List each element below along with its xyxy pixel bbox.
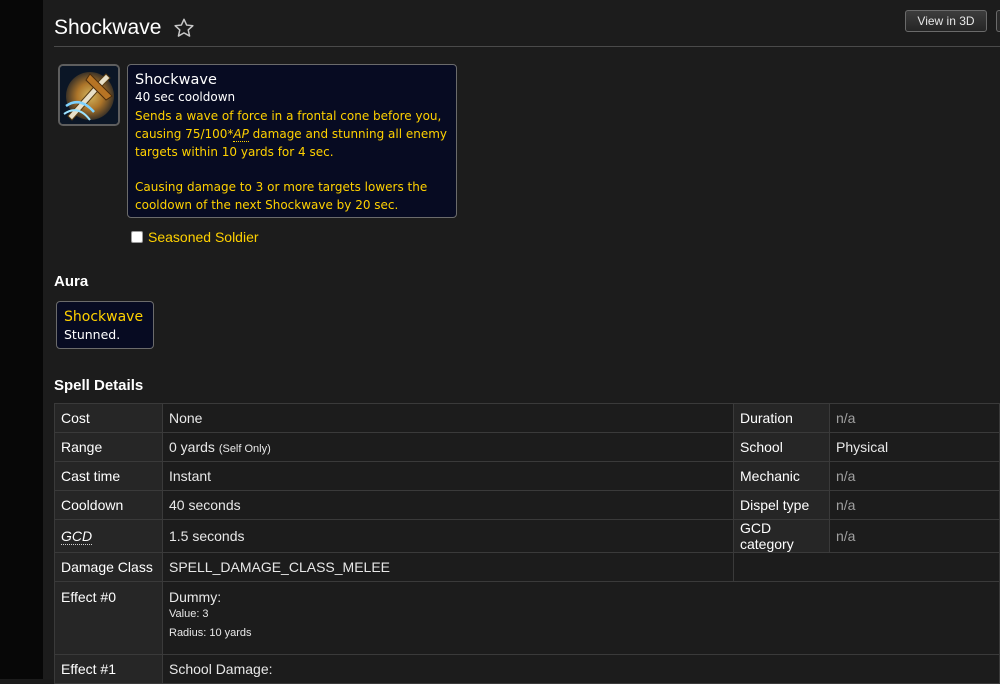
table-row: Effect #0 Dummy: Value: 3 Radius: 10 yar… [54,581,1000,655]
spell-details-table: Cost None Duration n/a Range 0 yards (Se… [54,403,1000,684]
table-row: Cooldown 40 seconds Dispel type n/a [54,490,1000,520]
range-note: (Self Only) [218,443,271,455]
aura-tooltip: Shockwave Stunned. [56,301,154,349]
cost-label: Cost [54,403,163,433]
gcd-category-label: GCD category [733,519,830,553]
title-divider [54,46,1000,47]
left-sidebar-strip [0,0,43,679]
table-row: Effect #1 School Damage: [54,654,1000,684]
cooldown-label: Cooldown [54,490,163,520]
empty-cell [733,552,1000,582]
effect-0-value: Dummy: [169,589,222,605]
effect-0-value-cell: Dummy: Value: 3 Radius: 10 yards [162,581,1000,655]
spell-tooltip: Shockwave 40 sec cooldown Sends a wave o… [127,64,457,218]
school-value: Physical [829,432,1000,462]
range-label: Range [54,432,163,462]
gcd-label[interactable]: GCD [61,528,93,545]
range-value: 0 yards [169,439,215,455]
dispel-type-value: n/a [829,490,1000,520]
gcd-value: 1.5 seconds [162,519,734,553]
seasoned-soldier-label[interactable]: Seasoned Soldier [148,229,259,245]
table-row: Range 0 yards (Self Only) School Physica… [54,432,1000,462]
mechanic-label: Mechanic [733,461,830,491]
table-row: Cast time Instant Mechanic n/a [54,461,1000,491]
tooltip-description-2: Causing damage to 3 or more targets lowe… [135,180,428,212]
title-row: Shockwave [54,11,195,45]
view-in-3d-button[interactable]: View in 3D [905,10,987,32]
cast-time-value: Instant [162,461,734,491]
effect-0-label: Effect #0 [54,581,163,655]
dispel-type-label: Dispel type [733,490,830,520]
aura-name: Shockwave [64,309,144,325]
range-value-cell: 0 yards (Self Only) [162,432,734,462]
mechanic-value: n/a [829,461,1000,491]
page-title: Shockwave [54,16,162,39]
damage-class-value: SPELL_DAMAGE_CLASS_MELEE [162,552,734,582]
ap-link[interactable]: AP [233,127,249,142]
gcd-category-value: n/a [829,519,1000,553]
seasoned-soldier-checkbox[interactable] [131,231,143,243]
cast-time-label: Cast time [54,461,163,491]
tooltip-description: Sends a wave of force in a frontal cone … [135,107,449,161]
table-row: Damage Class SPELL_DAMAGE_CLASS_MELEE [54,552,1000,582]
aura-heading: Aura [54,273,89,290]
spell-details-heading: Spell Details [54,377,144,394]
cost-value: None [162,403,734,433]
duration-label: Duration [733,403,830,433]
duration-value: n/a [829,403,1000,433]
shockwave-spell-icon [58,64,120,126]
cooldown-value: 40 seconds [162,490,734,520]
spell-page: Shockwave View in 3D Shockwave 40 sec co… [43,0,1000,684]
aura-description: Stunned. [64,327,121,342]
effect-1-value: School Damage: [162,654,1000,684]
damage-class-label: Damage Class [54,552,163,582]
effect-0-detail: Value: 3 [169,608,209,620]
effect-0-detail: Radius: 10 yards [169,627,252,639]
effect-1-label: Effect #1 [54,654,163,684]
overflow-button[interactable] [996,10,1000,32]
tooltip-spell-name: Shockwave [135,72,217,88]
star-icon[interactable] [173,17,195,39]
tooltip-cooldown: 40 sec cooldown [135,90,236,104]
school-label: School [733,432,830,462]
gcd-label-cell: GCD [54,519,163,553]
table-row: Cost None Duration n/a [54,403,1000,433]
seasoned-soldier-option[interactable]: Seasoned Soldier [131,229,259,245]
table-row: GCD 1.5 seconds GCD category n/a [54,519,1000,553]
